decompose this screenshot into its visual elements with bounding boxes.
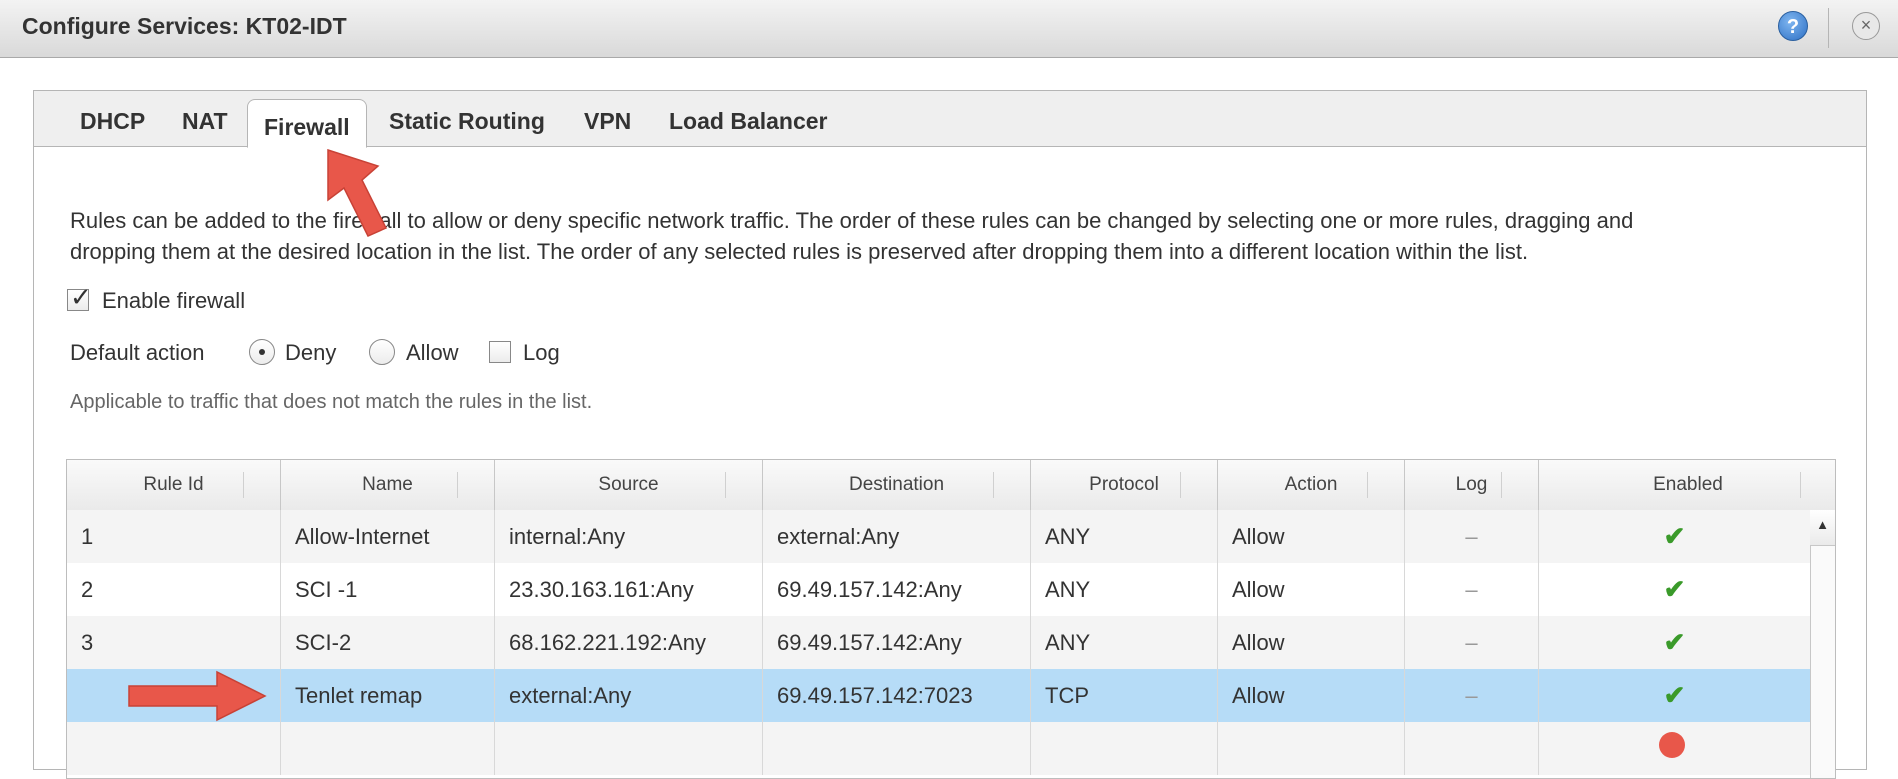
rule-name-cell: SCI -1 [281,563,495,616]
default-action-hint: Applicable to traffic that does not matc… [70,391,593,413]
table-row[interactable]: 3 SCI-2 68.162.221.192:Any 69.49.157.142… [67,616,1810,669]
rule-name-cell: Allow-Internet [281,510,495,563]
destination-cell: 69.49.157.142:Any [763,616,1031,669]
table-row[interactable]: 2 SCI -1 23.30.163.161:Any 69.49.157.142… [67,563,1810,616]
source-cell: 23.30.163.161:Any [495,563,763,616]
services-panel: DHCP NAT Firewall Static Routing VPN Loa… [33,90,1867,779]
allow-radio[interactable] [369,339,395,365]
tab-dhcp[interactable]: DHCP [80,108,145,135]
tab-vpn[interactable]: VPN [584,108,631,135]
annotation-arrow-icon [327,148,388,237]
source-cell: internal:Any [495,510,763,563]
log-cell: – [1405,510,1539,563]
column-header-destination[interactable]: Destination [763,460,1031,510]
destination-cell: external:Any [763,510,1031,563]
destination-cell: 69.49.157.142:7023 [763,669,1031,722]
column-header-enabled[interactable]: Enabled [1539,460,1835,510]
table-row-selected[interactable]: Tenlet remap external:Any 69.49.157.142:… [67,669,1810,722]
action-cell: Allow [1218,669,1405,722]
protocol-cell: TCP [1031,669,1218,722]
checkmark-icon: ✓ [70,282,92,312]
dialog-titlebar: Configure Services: KT02-IDT ? × [0,0,1898,58]
enabled-check-icon[interactable]: ✔ [1539,669,1810,722]
allow-label: Allow [406,340,459,365]
enabled-check-icon[interactable]: ✔ [1539,616,1810,669]
column-header-rule-id[interactable]: Rule Id [67,460,281,510]
column-header-log[interactable]: Log [1405,460,1539,510]
table-row[interactable] [67,722,1810,775]
table-scrollbar[interactable] [1810,510,1835,778]
scroll-up-arrow-icon[interactable]: ▲ [1810,510,1835,546]
action-cell: Allow [1218,563,1405,616]
default-action-label: Default action [70,340,205,365]
log-cell: – [1405,563,1539,616]
log-checkbox[interactable] [489,341,511,363]
column-header-source[interactable]: Source [495,460,763,510]
enabled-check-icon[interactable]: ✔ [1539,563,1810,616]
help-icon[interactable]: ? [1778,11,1808,41]
source-cell: 68.162.221.192:Any [495,616,763,669]
column-header-name[interactable]: Name [281,460,495,510]
table-header: Rule Id Name Source Destination Protocol… [67,460,1835,511]
deny-radio[interactable] [249,339,275,365]
protocol-cell: ANY [1031,510,1218,563]
tab-load-balancer[interactable]: Load Balancer [669,108,828,135]
source-cell: external:Any [495,669,763,722]
action-cell: Allow [1218,510,1405,563]
protocol-cell: ANY [1031,563,1218,616]
rule-id-cell: 2 [67,563,281,616]
deny-label: Deny [285,340,337,365]
rule-id-cell: 1 [67,510,281,563]
destination-cell: 69.49.157.142:Any [763,563,1031,616]
dialog-title: Configure Services: KT02-IDT [22,13,347,39]
column-header-action[interactable]: Action [1218,460,1405,510]
close-icon[interactable]: × [1852,12,1880,40]
enable-firewall-checkbox[interactable]: ✓ [67,282,92,312]
table-row[interactable]: 1 Allow-Internet internal:Any external:A… [67,510,1810,563]
tab-bar: DHCP NAT Firewall Static Routing VPN Loa… [34,91,1866,148]
titlebar-divider [1828,8,1829,48]
tab-nat[interactable]: NAT [182,108,228,135]
tab-static-routing[interactable]: Static Routing [389,108,545,135]
rule-name-cell: Tenlet remap [281,669,495,722]
column-header-protocol[interactable]: Protocol [1031,460,1218,510]
rule-name-cell: SCI-2 [281,616,495,669]
rule-id-cell: 3 [67,616,281,669]
action-cell: Allow [1218,616,1405,669]
firewall-rules-table: Rule Id Name Source Destination Protocol… [66,459,1836,779]
log-label: Log [523,340,560,365]
log-cell: – [1405,669,1539,722]
disabled-status-icon[interactable] [1659,732,1685,758]
radio-selected-dot [259,349,265,355]
enable-firewall-label: Enable firewall [102,288,246,313]
annotation-arrow-icon [128,670,267,722]
enabled-check-icon[interactable]: ✔ [1539,510,1810,563]
log-cell: – [1405,616,1539,669]
protocol-cell: ANY [1031,616,1218,669]
